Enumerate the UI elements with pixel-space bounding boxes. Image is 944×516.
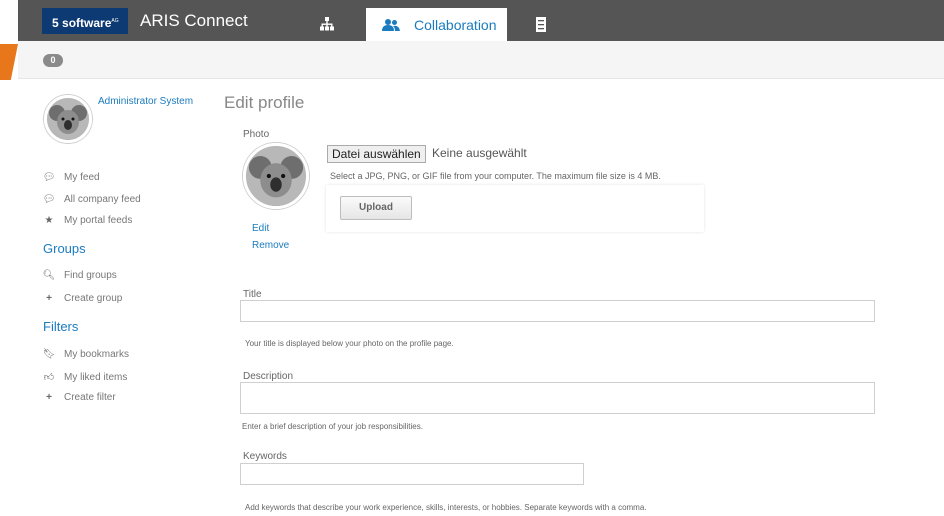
app-title[interactable]: ARIS Connect <box>140 11 248 31</box>
remove-photo-link[interactable]: Remove <box>252 240 289 251</box>
file-hint-text: Select a JPG, PNG, or GIF file from your… <box>330 171 661 181</box>
sidebar-item-label: My bookmarks <box>64 349 130 360</box>
top-navigation-bar: 5 softwareAG ARIS Connect Collaboration <box>0 0 944 41</box>
filters-heading: Filters <box>43 319 79 334</box>
notification-count-badge[interactable]: 0 <box>43 54 63 67</box>
keywords-hint: Add keywords that describe your work exp… <box>245 503 647 512</box>
koala-photo-image <box>246 146 306 206</box>
sidebar-item-find-groups[interactable]: 🔍︎ Find groups <box>42 270 117 281</box>
sidebar-item-my-portal-feeds[interactable]: ★ My portal feeds <box>42 215 133 226</box>
user-avatar[interactable] <box>44 95 92 143</box>
keywords-label: Keywords <box>243 451 287 462</box>
plus-icon: + <box>46 293 52 304</box>
upload-button[interactable]: Upload <box>340 196 412 220</box>
page-title: Edit profile <box>224 93 305 112</box>
search-icon: 🔍︎ <box>42 270 56 281</box>
choose-file-button[interactable]: Datei auswählen <box>327 145 426 163</box>
tab-collaboration[interactable]: Collaboration <box>366 8 507 41</box>
orange-corner-marker <box>0 44 18 80</box>
sidebar-item-create-filter[interactable]: + Create filter <box>42 392 116 403</box>
title-label: Title <box>243 289 262 300</box>
title-input[interactable] <box>240 300 875 322</box>
software-ag-logo[interactable]: 5 softwareAG <box>42 8 128 34</box>
star-icon: ★ <box>44 215 54 226</box>
notification-bar: 0 <box>18 41 944 79</box>
sidebar-item-create-group[interactable]: + Create group <box>42 293 122 304</box>
sidebar-item-label: Find groups <box>64 270 117 281</box>
sidebar-item-my-liked-items[interactable]: 👍︎ My liked items <box>42 371 128 383</box>
sidebar-item-label: All company feed <box>64 194 141 205</box>
thumbs-up-icon: 👍︎ <box>43 372 55 383</box>
plus-icon: + <box>46 392 52 403</box>
tab-collaboration-label: Collaboration <box>414 17 497 33</box>
groups-heading: Groups <box>43 241 86 256</box>
photo-label: Photo <box>243 129 270 140</box>
tab-hierarchy[interactable] <box>312 8 342 41</box>
logo-sup: AG <box>111 18 119 24</box>
users-icon <box>382 19 400 31</box>
sidebar-item-label: My portal feeds <box>64 215 133 226</box>
file-status-text: Keine ausgewählt <box>432 146 527 160</box>
sidebar-item-label: Create group <box>64 293 123 304</box>
koala-avatar-image <box>47 98 89 140</box>
sidebar-item-label: My feed <box>64 172 100 183</box>
sidebar-item-label: My liked items <box>64 372 128 383</box>
logo-mark-icon: 5 <box>52 16 63 30</box>
edit-photo-link[interactable]: Edit <box>252 223 269 234</box>
comments-icon: 💬︎ <box>42 172 56 183</box>
window-edge <box>0 0 18 41</box>
sidebar-item-label: Create filter <box>64 392 116 403</box>
logo-text: software <box>62 16 112 30</box>
sidebar-item-all-company-feed[interactable]: 💬︎ All company feed <box>42 194 141 205</box>
description-label: Description <box>243 371 294 382</box>
description-hint: Enter a brief description of your job re… <box>242 422 423 431</box>
title-hint: Your title is displayed below your photo… <box>245 339 454 348</box>
sidebar-item-my-feed[interactable]: 💬︎ My feed <box>42 172 100 183</box>
keywords-input[interactable] <box>240 463 584 485</box>
window-edge-strip <box>0 80 18 516</box>
tab-documents[interactable] <box>530 8 552 41</box>
comments-icon: 💬︎ <box>42 194 56 205</box>
documents-icon <box>536 17 546 32</box>
sidebar-item-my-bookmarks[interactable]: 🔖︎ My bookmarks <box>42 349 129 360</box>
hierarchy-icon <box>320 17 334 31</box>
user-name-link[interactable]: Administrator System <box>98 96 193 107</box>
bookmark-icon: 🔖︎ <box>42 349 56 360</box>
description-textarea[interactable] <box>240 382 875 414</box>
profile-photo <box>243 143 309 209</box>
